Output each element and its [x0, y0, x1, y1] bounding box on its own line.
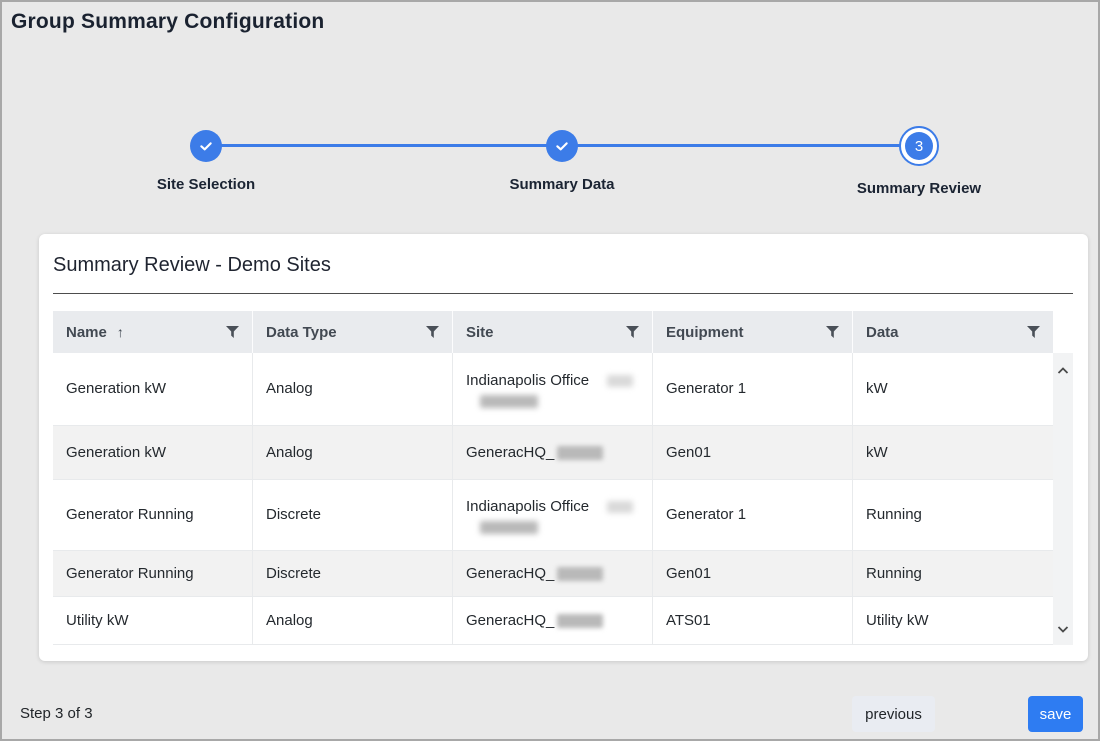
cell-data-type: Analog	[253, 353, 453, 425]
cell-equipment: Gen01	[653, 426, 853, 479]
cell-equipment: ATS01	[653, 597, 853, 644]
column-label: Site	[466, 324, 494, 341]
step-label: Site Selection	[96, 176, 316, 193]
cell-data: kW	[853, 426, 1053, 479]
table-row: Generator Running Discrete GeneracHQ_ Ge…	[53, 551, 1053, 597]
cell-name: Generation kW	[53, 353, 253, 425]
cell-data: Running	[853, 551, 1053, 596]
column-header-data-type[interactable]: Data Type	[253, 311, 453, 353]
table-scrollbar[interactable]	[1053, 353, 1073, 645]
step-label: Summary Review	[809, 180, 1029, 197]
table-header-row: Name ↑ Data Type	[53, 311, 1053, 353]
column-header-equipment[interactable]: Equipment	[653, 311, 853, 353]
redacted-text	[557, 567, 603, 581]
cell-data: Utility kW	[853, 597, 1053, 644]
redacted-text	[557, 614, 603, 628]
step-indicator: Step 3 of 3	[20, 705, 93, 722]
cell-data-type: Discrete	[253, 551, 453, 596]
cell-data-type: Analog	[253, 426, 453, 479]
cell-site: GeneracHQ_	[453, 597, 653, 644]
cell-data: Running	[853, 480, 1053, 550]
redacted-text	[480, 521, 538, 534]
scroll-up-icon[interactable]	[1057, 362, 1069, 380]
column-label: Data	[866, 324, 899, 341]
cell-name: Generator Running	[53, 480, 253, 550]
redacted-text	[607, 501, 633, 513]
panel-title: Summary Review - Demo Sites	[53, 254, 331, 277]
filter-icon[interactable]	[626, 326, 639, 338]
step-summary-data[interactable]: Summary Data	[452, 112, 672, 193]
cell-site: GeneracHQ_	[453, 551, 653, 596]
step-complete-icon[interactable]	[190, 130, 222, 162]
step-complete-icon[interactable]	[546, 130, 578, 162]
cell-data-type: Discrete	[253, 480, 453, 550]
filter-icon[interactable]	[826, 326, 839, 338]
table-row: Generator Running Discrete Indianapolis …	[53, 480, 1053, 551]
cell-data: kW	[853, 353, 1053, 425]
table-row: Generation kW Analog Indianapolis Office…	[53, 353, 1053, 426]
sort-ascending-icon[interactable]: ↑	[117, 324, 124, 340]
redacted-text	[607, 375, 633, 387]
column-header-site[interactable]: Site	[453, 311, 653, 353]
active-step-ring[interactable]: 3	[899, 126, 939, 166]
summary-table: Name ↑ Data Type	[53, 311, 1073, 645]
cell-data-type: Analog	[253, 597, 453, 644]
wizard-stepper: Site Selection Summary Data 3 Summary Re…	[2, 2, 1098, 212]
table-row: Generation kW Analog GeneracHQ_ Gen01 kW	[53, 426, 1053, 480]
scroll-down-icon[interactable]	[1057, 620, 1069, 638]
step-site-selection[interactable]: Site Selection	[96, 112, 316, 193]
checkmark-icon	[198, 138, 214, 154]
previous-button[interactable]: previous	[852, 696, 935, 732]
step-summary-review[interactable]: 3 Summary Review	[809, 112, 1029, 197]
cell-name: Utility kW	[53, 597, 253, 644]
column-label: Equipment	[666, 324, 744, 341]
filter-icon[interactable]	[426, 326, 439, 338]
cell-equipment: Generator 1	[653, 480, 853, 550]
table-row: Utility kW Analog GeneracHQ_ ATS01 Utili…	[53, 597, 1053, 645]
column-label: Name	[66, 324, 107, 341]
column-label: Data Type	[266, 324, 337, 341]
filter-icon[interactable]	[226, 326, 239, 338]
cell-name: Generation kW	[53, 426, 253, 479]
filter-icon[interactable]	[1027, 326, 1040, 338]
checkmark-icon	[554, 138, 570, 154]
cell-name: Generator Running	[53, 551, 253, 596]
cell-site: Indianapolis Office	[453, 353, 653, 425]
column-header-data[interactable]: Data	[853, 311, 1053, 353]
summary-review-panel: Summary Review - Demo Sites Name ↑ Data …	[39, 234, 1088, 661]
column-header-name[interactable]: Name ↑	[53, 311, 253, 353]
panel-divider	[53, 293, 1073, 294]
save-button[interactable]: save	[1028, 696, 1083, 732]
redacted-text	[480, 395, 538, 408]
cell-equipment: Gen01	[653, 551, 853, 596]
cell-equipment: Generator 1	[653, 353, 853, 425]
redacted-text	[557, 446, 603, 460]
step-number-badge: 3	[905, 132, 933, 160]
app-window: Group Summary Configuration Site Selecti…	[0, 0, 1100, 741]
cell-site: GeneracHQ_	[453, 426, 653, 479]
cell-site: Indianapolis Office	[453, 480, 653, 550]
step-label: Summary Data	[452, 176, 672, 193]
